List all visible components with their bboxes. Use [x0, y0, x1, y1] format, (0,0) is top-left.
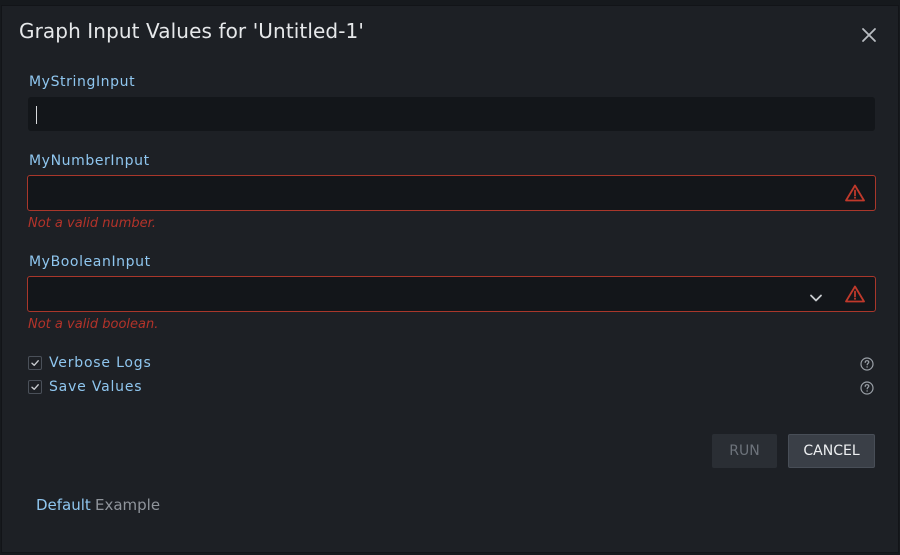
- check-icon: [31, 360, 39, 366]
- warning-icon: [845, 285, 865, 303]
- number-input-field[interactable]: [27, 175, 876, 211]
- help-icon[interactable]: [860, 380, 874, 395]
- cancel-button[interactable]: CANCEL: [788, 434, 875, 468]
- verbose-logs-checkbox[interactable]: [28, 356, 42, 370]
- text-caret: [36, 106, 37, 124]
- verbose-logs-label[interactable]: Verbose Logs: [49, 355, 152, 371]
- save-values-checkbox[interactable]: [28, 380, 42, 394]
- run-button[interactable]: RUN: [712, 434, 777, 468]
- string-input-label: MyStringInput: [29, 74, 136, 90]
- dialog-title: Graph Input Values for 'Untitled-1': [19, 19, 364, 43]
- check-icon: [31, 384, 39, 390]
- boolean-input-select[interactable]: [27, 276, 876, 312]
- save-values-label[interactable]: Save Values: [49, 379, 142, 395]
- string-input-field[interactable]: [28, 97, 875, 131]
- number-input-error: Not a valid number.: [28, 216, 156, 231]
- tab-default[interactable]: Default: [36, 496, 91, 514]
- help-icon[interactable]: [860, 356, 874, 371]
- chevron-down-icon[interactable]: [809, 288, 823, 302]
- boolean-input-label: MyBooleanInput: [29, 254, 151, 270]
- close-icon[interactable]: [860, 26, 878, 44]
- number-input-label: MyNumberInput: [29, 153, 150, 169]
- tab-example[interactable]: Example: [95, 496, 160, 514]
- warning-icon: [845, 184, 865, 202]
- boolean-input-error: Not a valid boolean.: [28, 317, 159, 332]
